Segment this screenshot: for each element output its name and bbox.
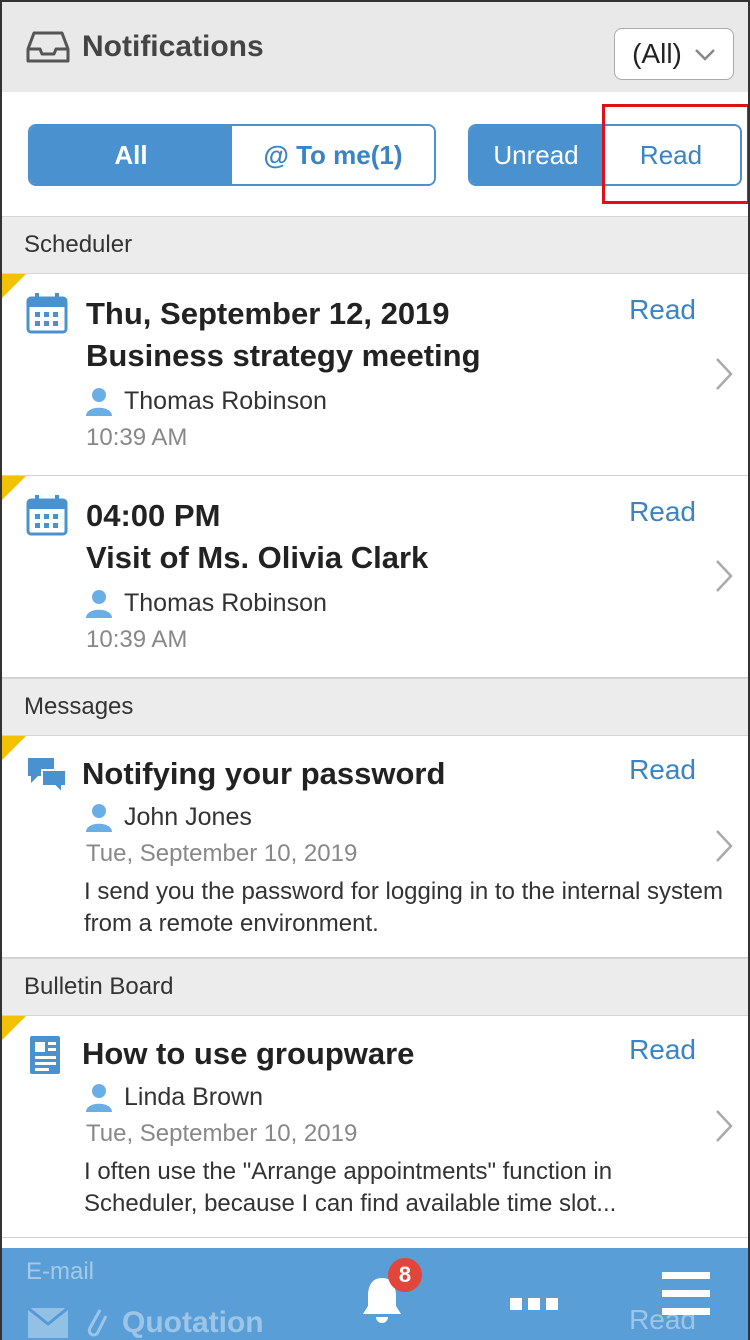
chevron-right-icon bbox=[716, 1110, 733, 1142]
unread-marker bbox=[2, 1016, 26, 1040]
tab-all[interactable]: All bbox=[30, 126, 232, 184]
chevron-right-icon bbox=[716, 830, 733, 862]
sender-name: John Jones bbox=[124, 802, 252, 831]
mark-read-link[interactable]: Read bbox=[629, 496, 696, 528]
highlight-box bbox=[602, 104, 748, 204]
notification-item[interactable]: Thu, September 12, 2019 Business strateg… bbox=[2, 274, 748, 476]
notification-sender: John Jones bbox=[84, 802, 252, 832]
unread-marker bbox=[2, 274, 26, 298]
sender-name: Thomas Robinson bbox=[124, 588, 327, 617]
page-title: Notifications bbox=[82, 30, 264, 63]
tab-to-me[interactable]: @ To me(1) bbox=[232, 126, 434, 184]
notification-title: How to use groupware bbox=[82, 1036, 415, 1071]
mark-read-link[interactable]: Read bbox=[629, 754, 696, 786]
section-header-messages: Messages bbox=[2, 678, 748, 736]
envelope-icon bbox=[27, 1306, 69, 1338]
notification-count-badge: 8 bbox=[388, 1258, 422, 1292]
chevron-down-icon bbox=[694, 49, 715, 61]
notification-item[interactable]: How to use groupware Linda Brown Tue, Se… bbox=[2, 1016, 748, 1238]
unread-marker bbox=[2, 736, 26, 760]
sender-name: Thomas Robinson bbox=[124, 386, 327, 415]
bottom-navigation-bar: E-mail Quotation Read 8 bbox=[2, 1248, 748, 1340]
notification-item[interactable]: 04:00 PM Visit of Ms. Olivia Clark Thoma… bbox=[2, 476, 748, 678]
notification-time: 10:39 AM bbox=[86, 626, 188, 653]
bulletin-board-icon bbox=[30, 1036, 60, 1074]
notification-date: Thu, September 12, 2019 bbox=[86, 296, 450, 331]
paperclip-icon bbox=[87, 1309, 108, 1337]
filter-value: (All) bbox=[632, 38, 682, 69]
notification-time: Tue, September 10, 2019 bbox=[86, 840, 358, 867]
notification-preview: I often use the "Arrange appointments" f… bbox=[84, 1158, 617, 1217]
notification-time: 10:39 AM bbox=[86, 424, 188, 451]
user-icon bbox=[86, 1084, 112, 1112]
section-header-bulletin-board: Bulletin Board bbox=[2, 958, 748, 1016]
notification-preview: I send you the password for logging in t… bbox=[84, 878, 724, 937]
notification-item[interactable]: Notifying your password John Jones Tue, … bbox=[2, 736, 748, 958]
inbox-icon bbox=[26, 31, 70, 63]
sender-name: Linda Brown bbox=[124, 1082, 263, 1111]
chevron-right-icon bbox=[716, 358, 733, 390]
section-header-scheduler: Scheduler bbox=[2, 216, 748, 274]
title-group: Notifications bbox=[26, 29, 264, 65]
tab-unread[interactable]: Unread bbox=[470, 126, 602, 184]
unread-marker bbox=[2, 476, 26, 500]
mark-read-link[interactable]: Read bbox=[629, 1034, 696, 1066]
scope-segmented-control: All @ To me(1) bbox=[28, 124, 436, 186]
chevron-right-icon bbox=[716, 560, 733, 592]
hamburger-menu-icon[interactable] bbox=[662, 1266, 710, 1322]
calendar-icon bbox=[26, 293, 68, 334]
notification-title: Notifying your password bbox=[82, 756, 446, 791]
chat-bubbles-icon bbox=[28, 758, 67, 796]
notification-title: Business strategy meeting bbox=[86, 338, 481, 373]
notification-sender: Linda Brown bbox=[84, 1082, 263, 1112]
notification-date: 04:00 PM bbox=[86, 498, 221, 533]
notification-sender: Thomas Robinson bbox=[84, 588, 327, 618]
mark-read-link[interactable]: Read bbox=[629, 294, 696, 326]
notifications-screen: Notifications (All) All @ To me(1) Unrea… bbox=[0, 0, 750, 1340]
user-icon bbox=[86, 388, 112, 416]
more-dots-icon[interactable] bbox=[510, 1298, 558, 1310]
section-header-email: E-mail bbox=[26, 1258, 95, 1285]
user-icon bbox=[86, 590, 112, 618]
calendar-icon bbox=[26, 495, 68, 536]
notification-sender: Thomas Robinson bbox=[84, 386, 327, 416]
email-notification-title: Quotation bbox=[122, 1306, 264, 1339]
notification-title: Visit of Ms. Olivia Clark bbox=[86, 540, 429, 575]
header-bar: Notifications (All) bbox=[2, 2, 748, 92]
user-icon bbox=[86, 804, 112, 832]
notification-time: Tue, September 10, 2019 bbox=[86, 1120, 358, 1147]
app-filter-dropdown[interactable]: (All) bbox=[614, 28, 734, 80]
